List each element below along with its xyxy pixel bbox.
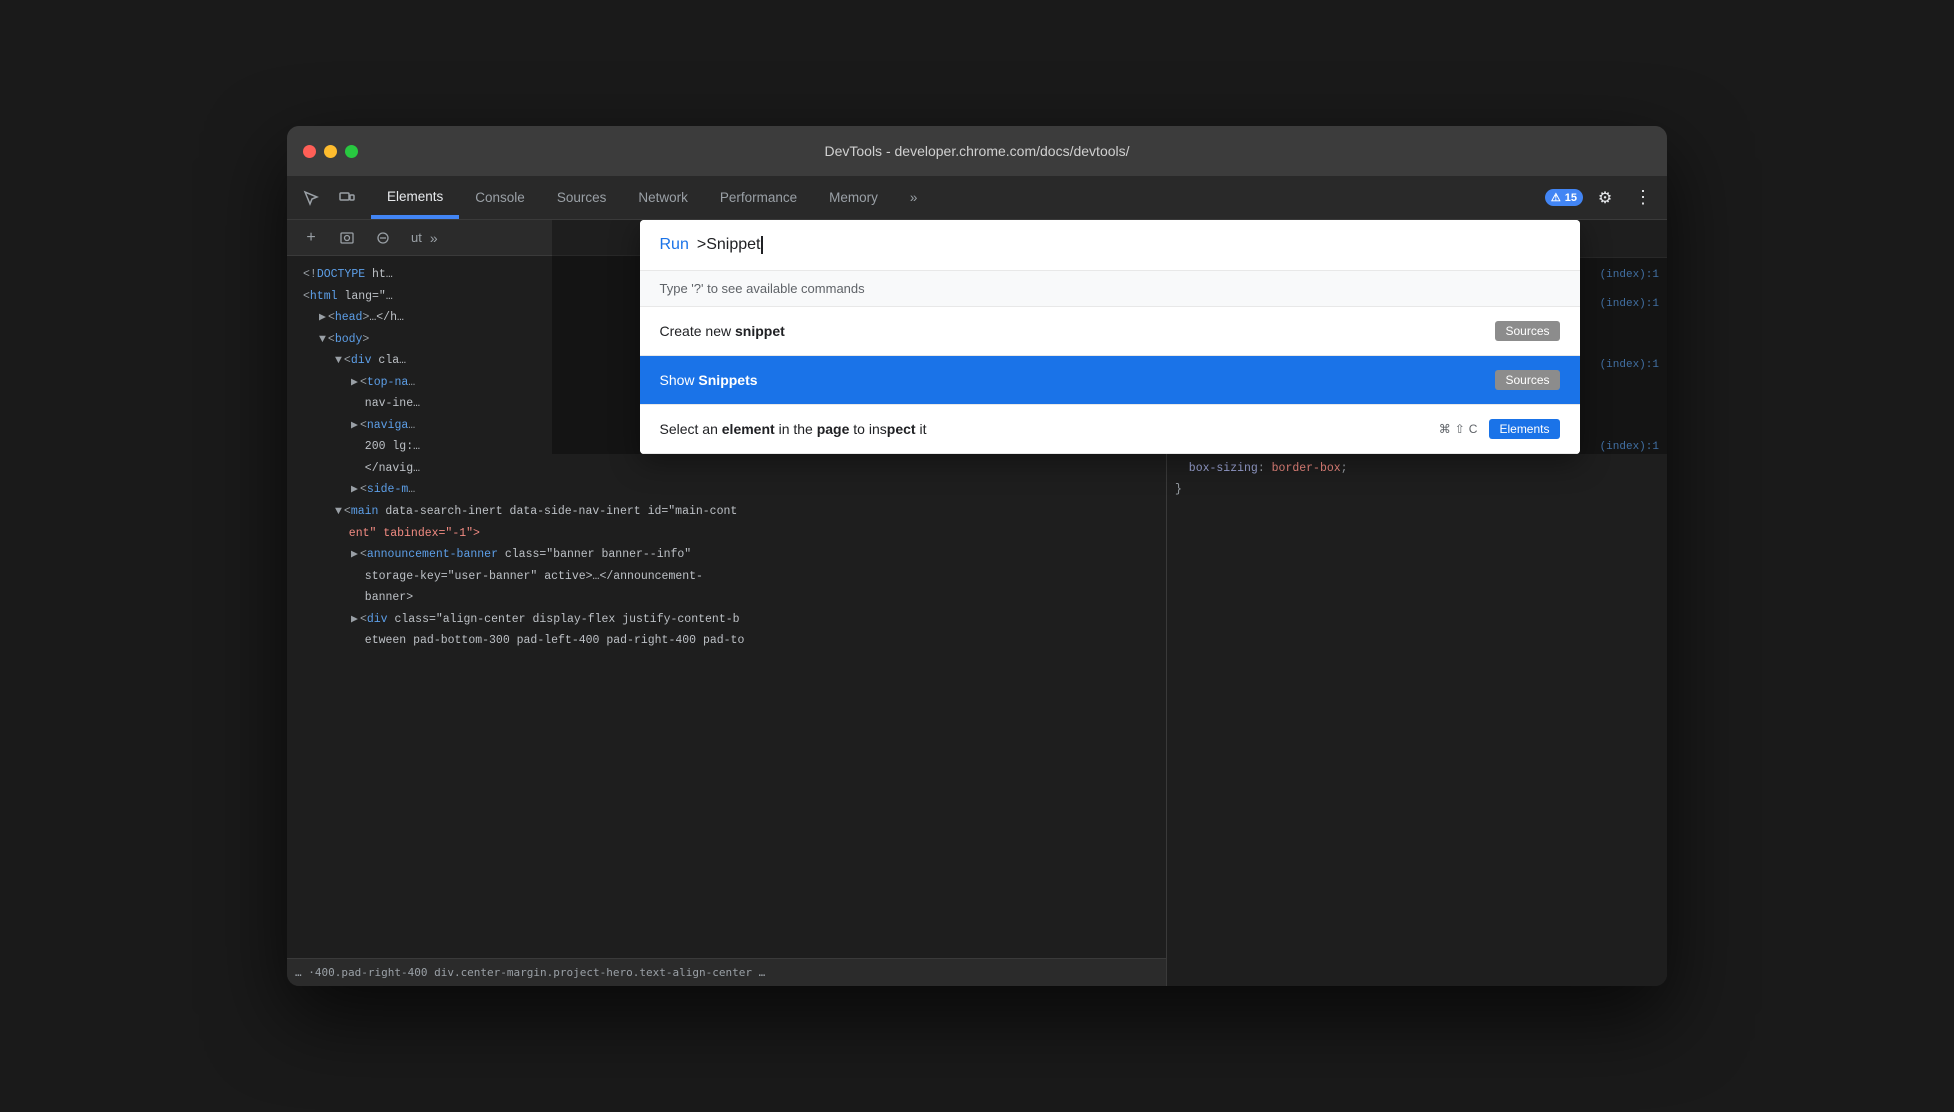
dom-line: ▼<main data-search-inert data-side-nav-i…: [287, 501, 1166, 523]
command-item-text: Show Snippets: [660, 372, 1484, 388]
tab-console[interactable]: Console: [459, 176, 541, 219]
command-item-select-element[interactable]: Select an element in the page to inspect…: [640, 405, 1580, 454]
inspect-element-button[interactable]: [295, 182, 327, 214]
maximize-button[interactable]: [345, 145, 358, 158]
more-options-button[interactable]: ⋮: [1627, 182, 1659, 214]
close-button[interactable]: [303, 145, 316, 158]
command-source-badge-elements: Elements: [1489, 419, 1559, 439]
toolbar-tabs: Elements Console Sources Network Perform…: [371, 176, 933, 219]
tab-elements[interactable]: Elements: [371, 176, 459, 219]
command-source-badge: Sources: [1495, 321, 1559, 341]
dom-line: storage-key="user-banner" active>…</anno…: [287, 566, 1166, 588]
command-shortcut: ⌘ ⇧ C: [1439, 422, 1478, 436]
device-toolbar-button[interactable]: [331, 182, 363, 214]
run-label: Run: [660, 236, 689, 254]
issues-icon: ⚠: [1551, 191, 1561, 204]
traffic-lights: [303, 145, 358, 158]
text-cursor: [761, 236, 763, 254]
dom-line: ▶<side-m…: [287, 479, 1166, 501]
title-bar: DevTools - developer.chrome.com/docs/dev…: [287, 126, 1667, 176]
minimize-button[interactable]: [324, 145, 337, 158]
tab-performance[interactable]: Performance: [704, 176, 813, 219]
dom-line: </navig…: [287, 458, 1166, 480]
breadcrumb: … ·400.pad-right-400 div.center-margin.p…: [287, 958, 1166, 986]
issues-badge[interactable]: ⚠ 15: [1545, 189, 1583, 206]
settings-button[interactable]: ⚙: [1589, 182, 1621, 214]
screenshot-button[interactable]: [331, 222, 363, 254]
toolbar-icons: [295, 182, 363, 214]
break-on-button[interactable]: [367, 222, 399, 254]
command-item-create-snippet[interactable]: Create new snippet Sources: [640, 307, 1580, 356]
dom-line: ▶<announcement-banner class="banner bann…: [287, 544, 1166, 566]
dom-line: etween pad-bottom-300 pad-left-400 pad-r…: [287, 630, 1166, 652]
devtools-content: + ut » <!DOCTYPE h: [287, 220, 1667, 986]
devtools-window: DevTools - developer.chrome.com/docs/dev…: [287, 126, 1667, 986]
tab-sources[interactable]: Sources: [541, 176, 623, 219]
tab-network[interactable]: Network: [622, 176, 704, 219]
command-palette-overlay: Run >Snippet Type '?' to see available c…: [552, 220, 1667, 454]
command-item-text: Select an element in the page to inspect…: [660, 421, 1431, 437]
command-input-row[interactable]: Run >Snippet: [640, 220, 1580, 271]
window-title: DevTools - developer.chrome.com/docs/dev…: [824, 143, 1129, 159]
command-hint: Type '?' to see available commands: [640, 271, 1580, 307]
command-item-show-snippets[interactable]: Show Snippets Sources: [640, 356, 1580, 405]
more-right-label: »: [430, 230, 438, 246]
dom-line: banner>: [287, 587, 1166, 609]
tab-more[interactable]: »: [894, 176, 934, 219]
tab-memory[interactable]: Memory: [813, 176, 894, 219]
dom-line: ent" tabindex="-1">: [287, 523, 1166, 545]
toolbar-right: ⚠ 15 ⚙ ⋮: [1545, 182, 1659, 214]
command-source-badge: Sources: [1495, 370, 1559, 390]
command-input[interactable]: >Snippet: [697, 236, 1560, 254]
right-panel-label: ut: [411, 230, 422, 245]
add-attribute-button[interactable]: +: [295, 222, 327, 254]
command-palette: Run >Snippet Type '?' to see available c…: [640, 220, 1580, 454]
devtools-toolbar: Elements Console Sources Network Perform…: [287, 176, 1667, 220]
dom-line: ▶<div class="align-center display-flex j…: [287, 609, 1166, 631]
command-item-text: Create new snippet: [660, 323, 1484, 339]
